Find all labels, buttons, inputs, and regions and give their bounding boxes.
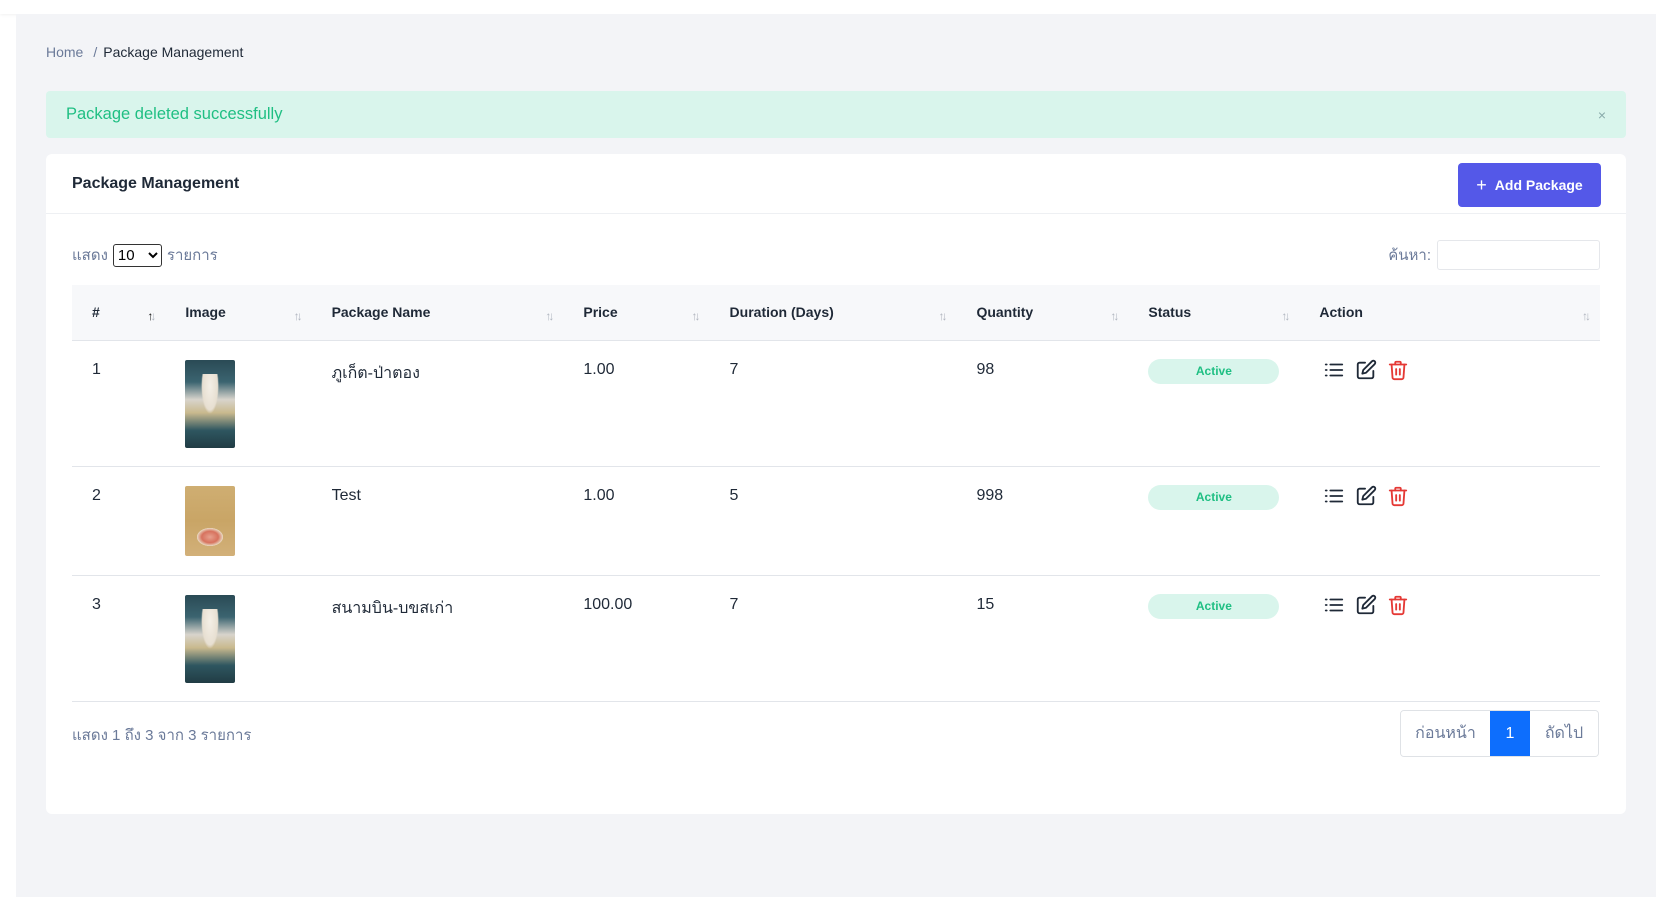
status-badge: Active: [1148, 593, 1280, 619]
cell-duration: 7: [709, 575, 957, 702]
alert-close-icon[interactable]: ×: [1598, 107, 1606, 123]
cell-package-name: Test: [311, 466, 564, 576]
column-header-price[interactable]: Price ↑↓: [563, 285, 710, 341]
cell-status: Active: [1128, 340, 1300, 467]
sort-asc-icon: ↑↓: [147, 309, 156, 323]
cell-price: 1.00: [563, 340, 710, 467]
trash-icon[interactable]: [1387, 359, 1409, 381]
cell-action: [1299, 340, 1600, 467]
package-thumbnail: [185, 594, 236, 683]
breadcrumb-current: Package Management: [103, 44, 244, 60]
column-header-duration[interactable]: Duration (Days) ↑↓: [709, 285, 957, 341]
breadcrumb-home-link[interactable]: Home: [46, 44, 83, 60]
cell-duration: 5: [709, 466, 957, 576]
cell-image: [165, 340, 312, 467]
package-table: # ↑↓ Image ↑↓ Package Name ↑↓ Price ↑↓ Durat…: [72, 285, 1600, 702]
cell-quantity: 15: [956, 575, 1129, 702]
table-row: 2 Test 1.00 5 998 Active: [72, 466, 1600, 576]
sort-icon: ↑↓: [1110, 309, 1119, 323]
list-icon[interactable]: [1323, 359, 1345, 381]
edit-icon[interactable]: [1355, 485, 1377, 507]
table-row: 3 สนามบิน-บขสเก่า 100.00 7 15 Active: [72, 575, 1600, 702]
top-bar: [0, 0, 1656, 14]
cell-image: [165, 575, 312, 702]
sort-icon: ↑↓: [545, 309, 554, 323]
show-suffix-label: รายการ: [166, 247, 218, 264]
plus-icon: +: [1476, 174, 1487, 195]
trash-icon[interactable]: [1387, 485, 1409, 507]
sort-icon: ↑↓: [1582, 309, 1591, 323]
package-thumbnail: [185, 359, 236, 448]
pagination: ก่อนหน้า 1 ถัดไป: [1400, 710, 1599, 757]
status-badge: Active: [1148, 484, 1280, 510]
sort-icon: ↑↓: [293, 309, 303, 323]
cell-image: [165, 466, 312, 576]
sort-icon: ↑↓: [1281, 309, 1290, 323]
sort-icon: ↑↓: [938, 309, 947, 323]
page-length-control: แสดง 10 รายการ: [72, 243, 218, 267]
card-header: Package Management + Add Package: [46, 154, 1626, 214]
alert-message: Package deleted successfully: [66, 105, 283, 123]
table-header-row: # ↑↓ Image ↑↓ Package Name ↑↓ Price ↑↓ Durat…: [72, 285, 1600, 341]
cell-action: [1299, 466, 1600, 576]
cell-status: Active: [1128, 466, 1300, 576]
add-package-label: Add Package: [1494, 176, 1583, 193]
search-input[interactable]: [1437, 240, 1600, 270]
column-header-status[interactable]: Status ↑↓: [1128, 285, 1300, 341]
show-prefix-label: แสดง: [72, 247, 108, 264]
page-length-select[interactable]: 10: [112, 243, 162, 267]
table-info: แสดง 1 ถึง 3 จาก 3 รายการ: [72, 727, 252, 744]
edit-icon[interactable]: [1355, 594, 1377, 616]
cell-status: Active: [1128, 575, 1300, 702]
cell-number: 3: [72, 575, 166, 702]
success-alert: Package deleted successfully ×: [46, 91, 1626, 138]
cell-price: 100.00: [563, 575, 710, 702]
edit-icon[interactable]: [1355, 359, 1377, 381]
sort-icon: ↑↓: [691, 309, 701, 323]
list-icon[interactable]: [1323, 485, 1345, 507]
package-card: Package Management + Add Package แสดง 10…: [46, 154, 1626, 814]
status-badge: Active: [1148, 358, 1280, 384]
list-icon[interactable]: [1323, 594, 1345, 616]
column-header-image[interactable]: Image ↑↓: [165, 285, 312, 341]
column-header-action[interactable]: Action ↑↓: [1299, 285, 1600, 341]
cell-action: [1299, 575, 1600, 702]
add-package-button[interactable]: + Add Package: [1458, 162, 1601, 207]
package-thumbnail: [185, 485, 236, 556]
cell-number: 2: [72, 466, 166, 576]
cell-package-name: สนามบิน-บขสเก่า: [311, 575, 564, 702]
card-title: Package Management: [72, 174, 240, 192]
table-row: 1 ภูเก็ต-ป่าตอง 1.00 7 98 Active: [72, 340, 1600, 467]
cell-package-name: ภูเก็ต-ป่าตอง: [311, 340, 564, 467]
cell-number: 1: [72, 340, 166, 467]
column-header-quantity[interactable]: Quantity ↑↓: [956, 285, 1129, 341]
table-controls: แสดง 10 รายการ ค้นหา:: [72, 240, 1600, 270]
breadcrumb: Home / Package Management: [46, 44, 243, 60]
column-header-number[interactable]: # ↑↓: [72, 285, 166, 341]
cell-duration: 7: [709, 340, 957, 467]
column-header-package-name[interactable]: Package Name ↑↓: [311, 285, 564, 341]
pagination-next-button[interactable]: ถัดไป: [1530, 711, 1598, 756]
cell-quantity: 98: [956, 340, 1129, 467]
cell-quantity: 998: [956, 466, 1129, 576]
breadcrumb-separator: /: [93, 44, 98, 60]
trash-icon[interactable]: [1387, 594, 1409, 616]
search-label: ค้นหา:: [1388, 247, 1431, 264]
pagination-prev-button[interactable]: ก่อนหน้า: [1401, 711, 1490, 756]
pagination-page-1[interactable]: 1: [1490, 711, 1530, 756]
search-control: ค้นหา:: [1388, 240, 1600, 270]
cell-price: 1.00: [563, 466, 710, 576]
